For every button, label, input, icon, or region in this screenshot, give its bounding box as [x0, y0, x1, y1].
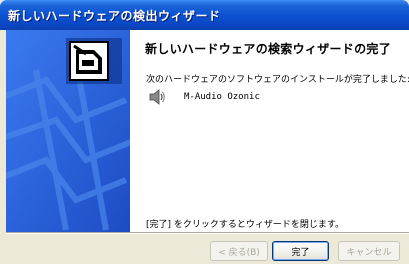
completion-heading: 新しいハードウェアの検索ウィザードの完了 [145, 42, 392, 56]
back-button[interactable]: < 戻る(B) [210, 241, 268, 261]
speaker-icon [149, 89, 165, 105]
finish-button[interactable]: 完了 [272, 241, 329, 261]
wizard-content: 新しいハードウェアの検索ウィザードの完了 次のハードウェアのソフトウェアのインス… [130, 30, 409, 232]
window-title: 新しいハードウェアの検出ウィザード [8, 9, 221, 23]
device-name: M-Audio Ozonic [184, 92, 260, 102]
hardware-wizard-graphic [6, 30, 130, 232]
button-separator [6, 232, 409, 234]
hardware-icon [69, 41, 109, 81]
finish-instruction: [完了] をクリックするとウィザードを閉じます。 [146, 220, 344, 230]
cancel-button[interactable]: キャンセル [338, 241, 400, 261]
install-complete-message: 次のハードウェアのソフトウェアのインストールが完了しました: [146, 75, 409, 85]
wizard-window: 新しいハードウェアの検出ウィザード 新しいハードウェアの検索ウィザードの完了 次… [0, 0, 409, 264]
wizard-banner-panel [6, 30, 130, 232]
title-bar[interactable]: 新しいハードウェアの検出ウィザード [0, 0, 409, 30]
